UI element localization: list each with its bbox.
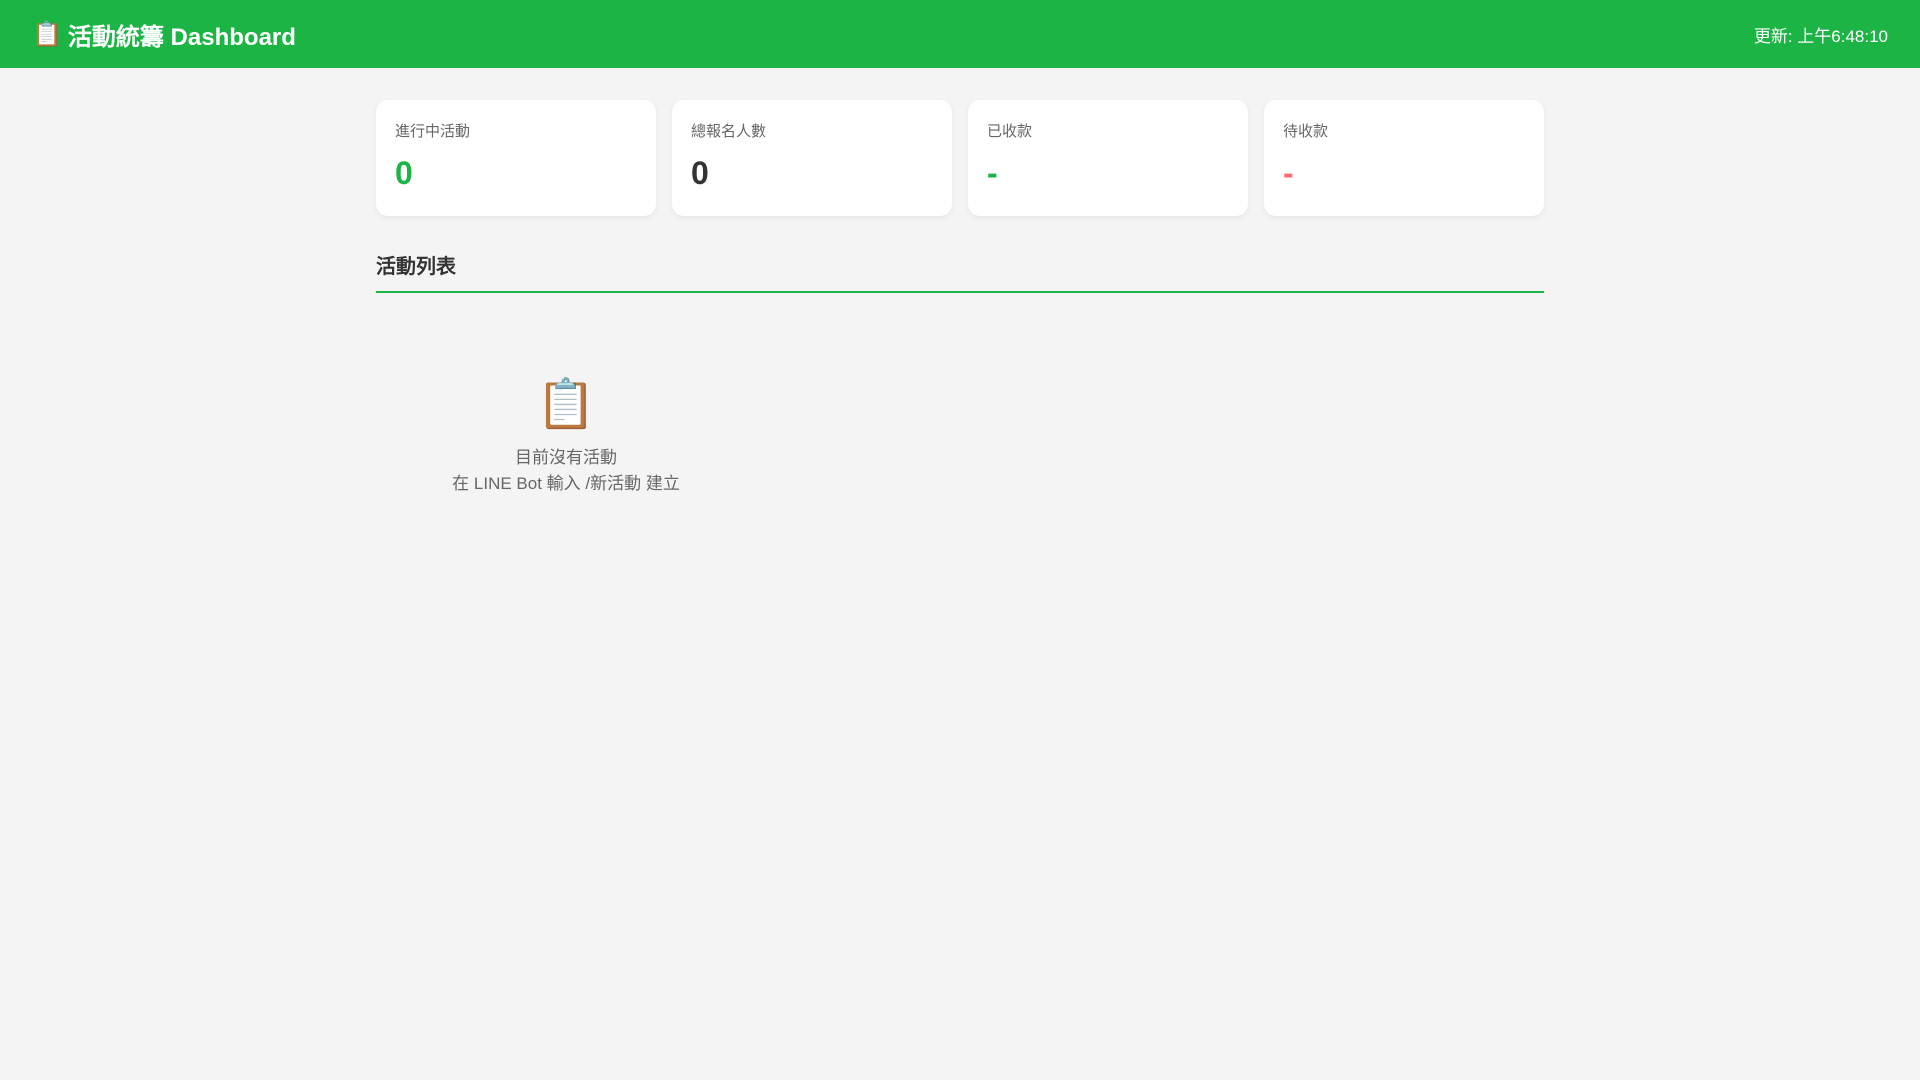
app-header: 📋 活動統籌 Dashboard 更新: 上午6:48:10 [0, 0, 1920, 68]
stat-card-pending: 待收款 - [1264, 100, 1544, 216]
stat-value: - [987, 155, 998, 191]
app-title: 📋 活動統籌 Dashboard [32, 17, 296, 52]
stat-value: - [1283, 155, 1294, 191]
last-updated: 更新: 上午6:48:10 [1753, 26, 1888, 46]
stat-card-active-events: 進行中活動 0 [376, 100, 656, 216]
empty-state: 📋 目前沒有活動 在 LINE Bot 輸入 /新活動 建立 [376, 377, 756, 497]
event-list-title: 活動列表 [376, 250, 1544, 293]
empty-hint: 在 LINE Bot 輸入 /新活動 建立 [452, 474, 680, 493]
stat-value: 0 [691, 155, 709, 191]
main-content: 進行中活動 0 總報名人數 0 已收款 - 待收款 - 活動列表 📋 目前沒有活… [376, 100, 1544, 493]
clipboard-icon: 📋 [32, 20, 62, 48]
stats-cards: 進行中活動 0 總報名人數 0 已收款 - 待收款 - [376, 100, 1544, 216]
stat-card-received: 已收款 - [968, 100, 1248, 216]
app-title-text: 活動統籌 Dashboard [67, 23, 296, 51]
stat-label: 進行中活動 [395, 123, 471, 140]
stat-value: 0 [395, 155, 413, 191]
clipboard-icon: 📋 [536, 378, 596, 431]
stat-label: 已收款 [987, 123, 1033, 140]
empty-title: 目前沒有活動 [515, 448, 617, 467]
stat-label: 總報名人數 [691, 123, 767, 140]
stat-label: 待收款 [1283, 123, 1329, 140]
stat-card-total-registrations: 總報名人數 0 [672, 100, 952, 216]
